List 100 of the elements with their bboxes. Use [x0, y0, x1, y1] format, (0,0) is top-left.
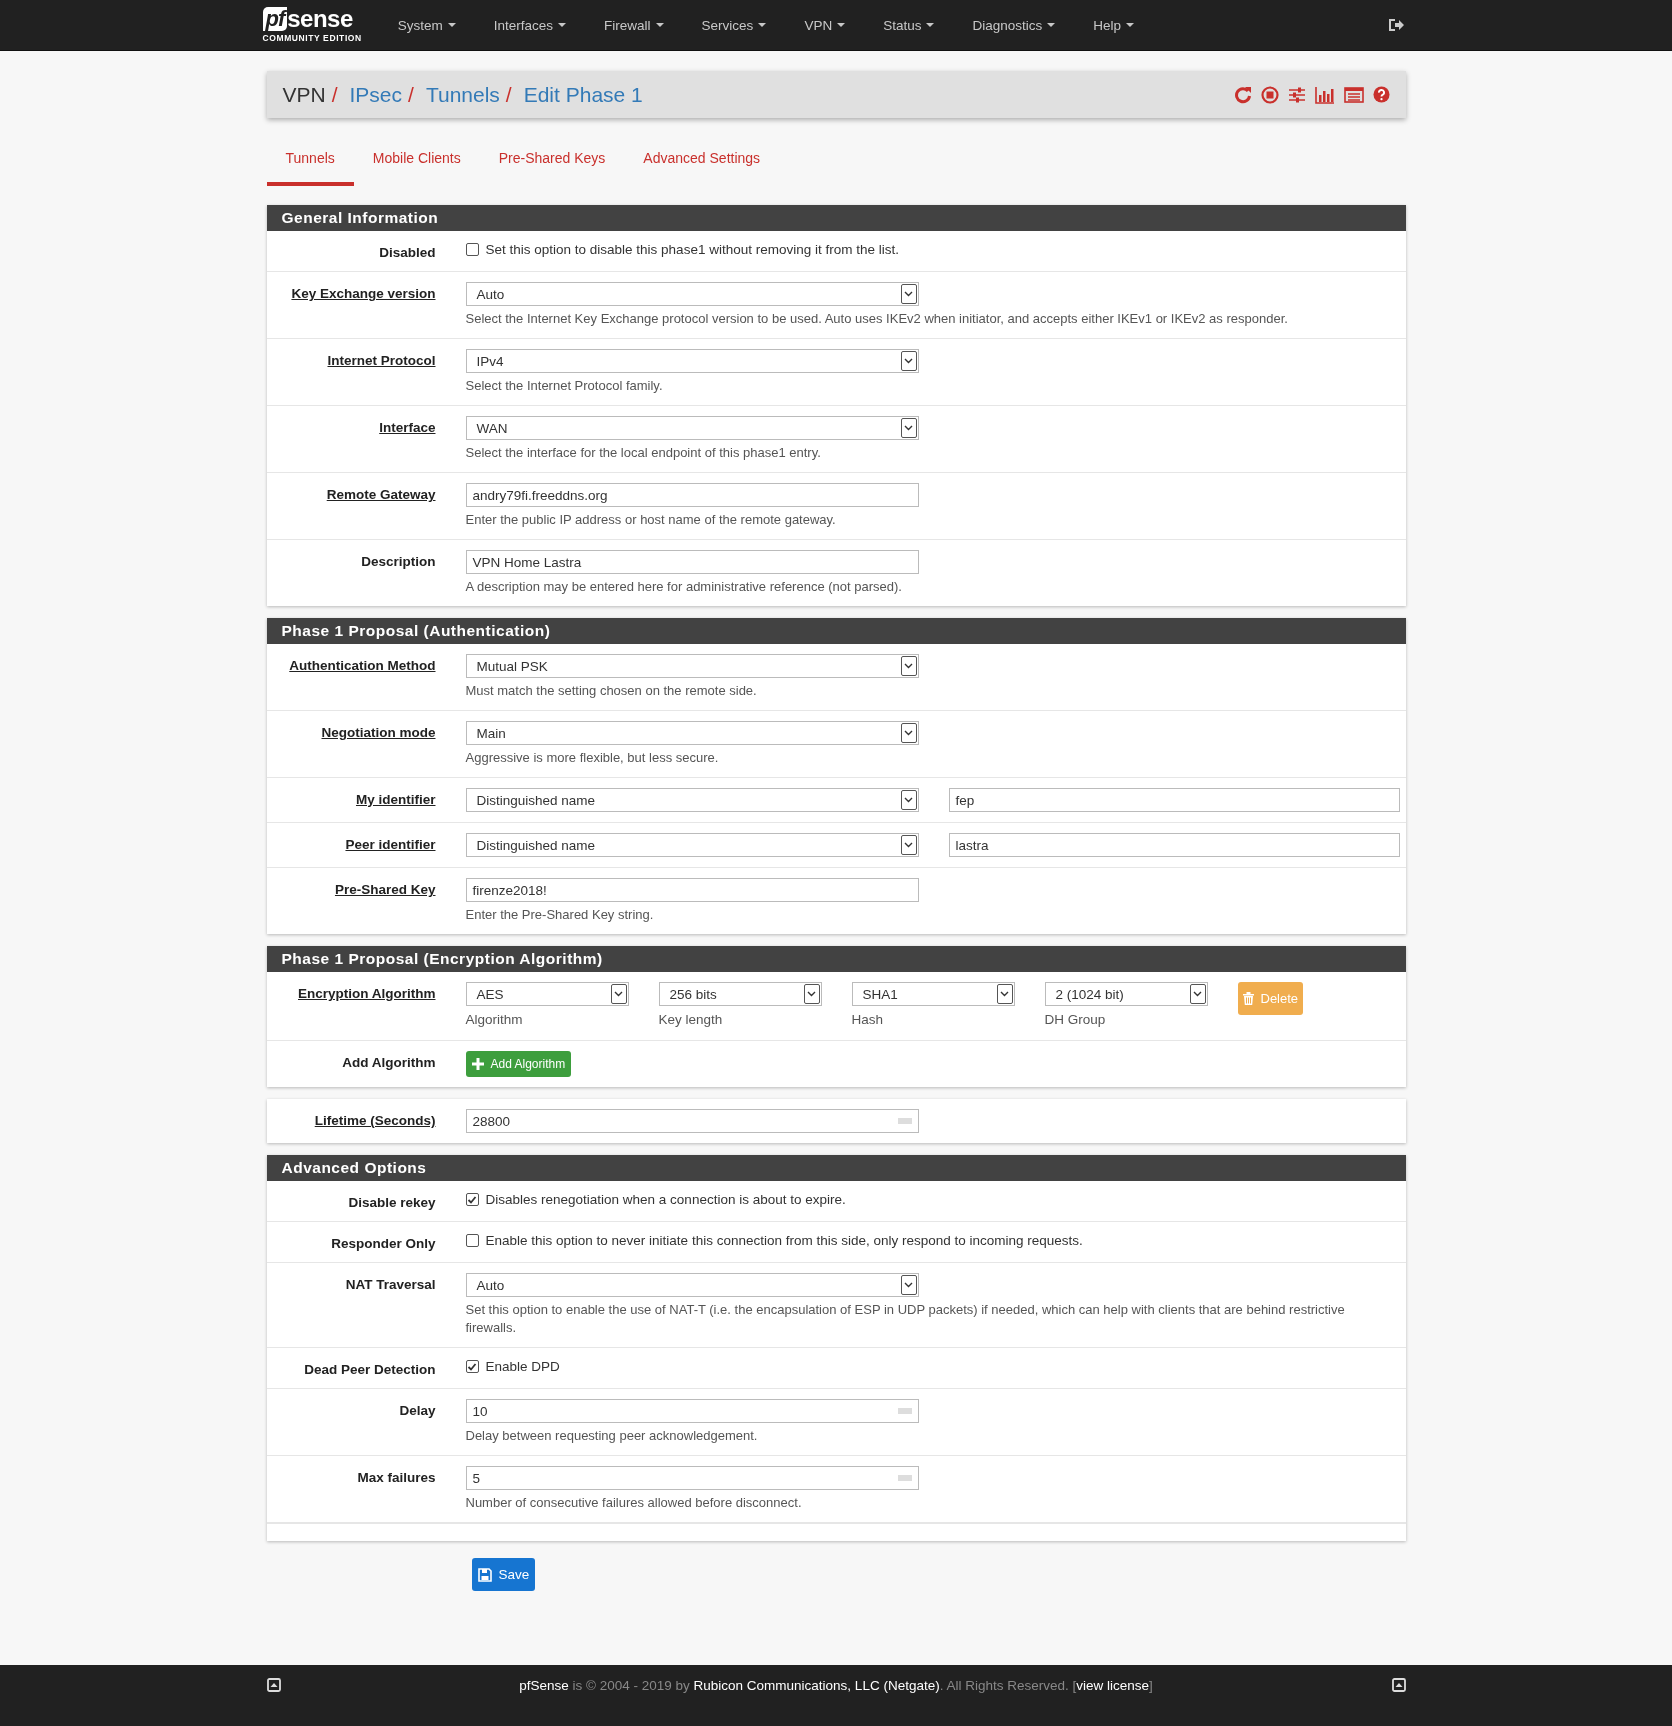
select-field[interactable]: Distinguished name — [465, 833, 919, 857]
menu-item[interactable]: Diagnostics — [958, 0, 1070, 50]
tab[interactable]: Mobile Clients — [353, 140, 480, 186]
menu-item[interactable]: VPN — [790, 0, 860, 50]
input-field[interactable]: lastra — [948, 833, 1400, 857]
menu-item[interactable]: Status — [869, 0, 949, 50]
field-label: Disabled — [379, 245, 436, 260]
menu-item[interactable]: Firewall — [590, 0, 678, 50]
select-field[interactable]: Main — [465, 721, 919, 745]
field-label: My identifier — [356, 792, 436, 807]
field-label: Key Exchange version — [291, 286, 436, 301]
help-text: Select the Internet Protocol family. — [465, 377, 664, 395]
chevron-down-icon — [1193, 991, 1202, 997]
menu-item[interactable]: System — [383, 0, 470, 50]
number-field[interactable]: 10 — [465, 1399, 919, 1423]
chevron-down-icon — [614, 991, 623, 997]
menu-item[interactable]: Interfaces — [479, 0, 581, 50]
section-heading: General Information — [266, 205, 1406, 231]
checkbox-label: Enable this option to never initiate this connection from this side, only respond to incoming requests. — [485, 1233, 1083, 1248]
caret-icon — [758, 23, 767, 27]
help-text: Delay between requesting peer acknowledgement. — [465, 1427, 759, 1445]
breadcrumb-separator: / — [331, 82, 338, 107]
caret-icon — [926, 23, 935, 27]
breadcrumb-separator: / — [408, 82, 414, 107]
field-caption: Key length — [658, 1011, 724, 1029]
caret-icon — [1125, 23, 1134, 27]
logo-badge[interactable]: pf — [262, 7, 288, 31]
tab[interactable]: Advanced Settings — [624, 140, 780, 186]
select-field[interactable]: Mutual PSK — [465, 654, 919, 678]
select-field[interactable]: SHA1 — [851, 982, 1015, 1006]
breadcrumb-separator: / — [505, 82, 512, 107]
logo-text[interactable]: sense — [287, 7, 353, 31]
select-field[interactable]: 256 bits — [658, 982, 822, 1006]
logo-tagline: COMMUNITY EDITION — [262, 33, 362, 43]
field-label: Negotiation mode — [321, 725, 436, 740]
footer-link[interactable]: view license — [1076, 1677, 1149, 1693]
menu-item[interactable]: Help — [1079, 0, 1148, 50]
copyright-text: pfSense is © 2004 - 2019 by Rubicon Communications, LLC (Netgate). All Rights Reserved. [view license] — [519, 1677, 1153, 1693]
section-heading: Phase 1 Proposal (Authentication) — [266, 618, 1406, 644]
field-caption: DH Group — [1044, 1011, 1107, 1029]
reload-icon[interactable] — [1233, 85, 1252, 104]
input-field[interactable]: andry79fi.freeddns.org — [465, 483, 919, 507]
help-text: Select the interface for the local endpoint of this phase1 entry. — [465, 444, 822, 462]
input-field[interactable]: VPN Home Lastra — [465, 550, 919, 574]
footer-link[interactable]: Rubicon Communications, LLC (Netgate) — [693, 1677, 940, 1693]
input-field[interactable]: firenze2018! — [465, 878, 919, 902]
sliders-icon[interactable] — [1287, 85, 1306, 104]
tab[interactable]: Tunnels — [266, 140, 354, 186]
field-label: Authentication Method — [289, 658, 436, 673]
help-text: A description may be entered here for administrative reference (not parsed). — [465, 578, 903, 596]
field-label: Remote Gateway — [326, 487, 436, 502]
select-field[interactable]: IPv4 — [465, 349, 919, 373]
field-label: Encryption Algorithm — [298, 986, 436, 1001]
field-label: Add Algorithm — [342, 1055, 436, 1070]
save-button[interactable]: Save — [471, 1558, 536, 1591]
checkbox[interactable] — [465, 1193, 479, 1206]
field-label: Responder Only — [331, 1236, 436, 1251]
field-caption: Hash — [851, 1011, 884, 1029]
breadcrumb-text: VPN — [282, 82, 326, 107]
field-label: Disable rekey — [348, 1195, 436, 1210]
select-field[interactable]: Distinguished name — [465, 788, 919, 812]
chevron-down-icon — [904, 358, 913, 364]
chevron-down-icon — [904, 1282, 913, 1288]
select-field[interactable]: Auto — [465, 1273, 919, 1297]
help-text: Select the Internet Key Exchange protocol version to be used. Auto uses IKEv2 when initiator, and accepts either IKEv1 or IKEv2 as responder. — [465, 310, 1289, 328]
select-field[interactable]: AES — [465, 982, 629, 1006]
checkbox[interactable] — [465, 1360, 479, 1373]
field-label: Interface — [379, 420, 436, 435]
bar-chart-icon[interactable] — [1314, 85, 1335, 104]
field-label: Internet Protocol — [327, 353, 436, 368]
checkbox-label: Enable DPD — [485, 1359, 560, 1374]
input-field[interactable]: fep — [948, 788, 1400, 812]
scroll-up-icon[interactable] — [1391, 1678, 1406, 1692]
select-field[interactable]: 2 (1024 bit) — [1044, 982, 1208, 1006]
help-icon[interactable] — [1372, 86, 1390, 103]
chevron-down-icon — [1000, 991, 1009, 997]
stop-icon[interactable] — [1260, 85, 1279, 104]
caret-icon — [655, 23, 664, 27]
checkbox[interactable] — [465, 1234, 479, 1247]
field-label: Peer identifier — [345, 837, 436, 852]
checkbox[interactable] — [465, 243, 479, 256]
help-text: Aggressive is more flexible, but less secure. — [465, 749, 720, 767]
chevron-down-icon — [904, 291, 913, 297]
tab[interactable]: Pre-Shared Keys — [479, 140, 625, 186]
chevron-down-icon — [904, 797, 913, 803]
footer-link[interactable]: pfSense — [519, 1677, 569, 1693]
log-window-icon[interactable] — [1343, 86, 1364, 103]
field-caption: Algorithm — [465, 1011, 524, 1029]
section-heading: Phase 1 Proposal (Encryption Algorithm) — [266, 946, 1406, 972]
chevron-down-icon — [904, 425, 913, 431]
select-field[interactable]: WAN — [465, 416, 919, 440]
logout-icon[interactable] — [1387, 18, 1404, 32]
field-label: Max failures — [357, 1470, 436, 1485]
number-field[interactable]: 28800 — [465, 1109, 919, 1133]
caret-icon — [837, 23, 846, 27]
menu-item[interactable]: Services — [687, 0, 781, 50]
scroll-up-icon[interactable] — [266, 1678, 281, 1692]
select-field[interactable]: Auto — [465, 282, 919, 306]
number-field[interactable]: 5 — [465, 1466, 919, 1490]
field-label: Lifetime (Seconds) — [314, 1113, 436, 1128]
